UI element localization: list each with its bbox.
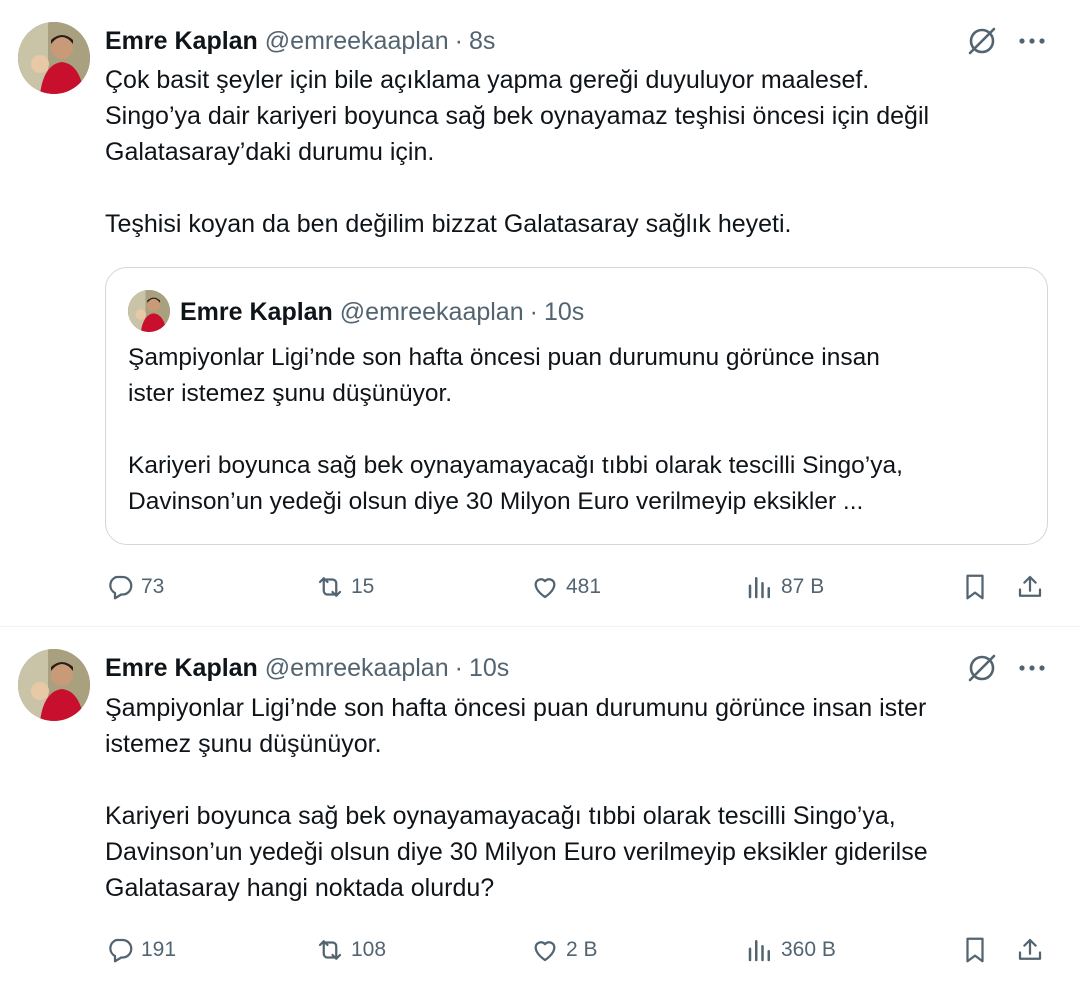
repost-icon [318, 577, 342, 597]
repost-icon [318, 940, 342, 960]
quoted-tweet[interactable]: Emre Kaplan @emreekaaplan · 10s Şampiyonla… [105, 267, 1048, 545]
bookmark-button[interactable] [960, 930, 990, 970]
quote-author-handle: @emreekaaplan [339, 298, 524, 326]
grok-icon[interactable] [965, 24, 999, 58]
author-name[interactable]: Emre Kaplan [105, 27, 258, 55]
quote-avatar-image [128, 290, 170, 332]
share-button[interactable] [1015, 567, 1045, 607]
avatar-image [18, 22, 90, 94]
tweet[interactable]: Emre Kaplan @emreekaaplan · 8s Çok basit ş… [0, 0, 1080, 626]
separator-dot: · [454, 654, 463, 682]
views-button[interactable]: 360 B [745, 930, 836, 970]
tweet[interactable]: Emre Kaplan @emreekaaplan · 10s Şampiyonla… [0, 627, 1080, 989]
tweet-actions: 73 15 481 87 B [105, 567, 1050, 607]
bookmark-icon [966, 574, 984, 600]
reply-icon [109, 575, 133, 600]
repost-button[interactable]: 108 [315, 930, 386, 970]
like-icon [534, 578, 556, 599]
share-icon [1018, 938, 1042, 960]
share-button[interactable] [1015, 930, 1045, 970]
author-handle[interactable]: @emreekaaplan [265, 654, 449, 682]
quote-avatar[interactable] [128, 290, 170, 332]
reply-button[interactable]: 191 [105, 930, 176, 970]
separator-dot: · [529, 298, 538, 326]
views-button[interactable]: 87 B [745, 567, 824, 607]
repost-count: 108 [351, 938, 387, 961]
like-button[interactable]: 2 B [530, 930, 598, 970]
repost-count: 15 [351, 575, 375, 598]
tweet-header: Emre Kaplan @emreekaaplan · 8s [105, 24, 495, 58]
views-icon [748, 940, 770, 962]
bookmark-button[interactable] [960, 567, 990, 607]
author-handle[interactable]: @emreekaaplan [265, 27, 449, 55]
quote-author-name: Emre Kaplan [180, 298, 333, 326]
bookmark-icon [966, 937, 984, 963]
quote-timestamp: 10s [543, 298, 585, 326]
tweet-header: Emre Kaplan @emreekaaplan · 10s [105, 651, 509, 685]
tweet-text: Şampiyonlar Ligi’nde son hafta öncesi pu… [105, 694, 928, 902]
grok-icon[interactable] [965, 651, 999, 685]
timestamp[interactable]: 10s [469, 654, 509, 682]
reply-count: 191 [141, 938, 177, 961]
like-count: 481 [566, 575, 602, 598]
reply-count: 73 [141, 575, 165, 598]
tweet-text: Çok basit şeyler için bile açıklama yapm… [105, 66, 930, 238]
reply-icon [109, 938, 133, 963]
separator-dot: · [454, 27, 463, 55]
share-icon [1018, 575, 1042, 597]
avatar[interactable] [18, 649, 90, 721]
reply-button[interactable]: 73 [105, 567, 164, 607]
repost-button[interactable]: 15 [315, 567, 374, 607]
more-icon[interactable] [1015, 651, 1049, 685]
avatar[interactable] [18, 22, 90, 94]
like-button[interactable]: 481 [530, 567, 601, 607]
quote-text: Şampiyonlar Ligi’nde son hafta öncesi pu… [128, 344, 903, 515]
author-name[interactable]: Emre Kaplan [105, 654, 258, 682]
like-icon [534, 941, 556, 962]
timestamp[interactable]: 8s [469, 27, 495, 55]
like-count: 2 B [566, 938, 598, 961]
views-count: 360 B [781, 938, 836, 961]
tweet-actions: 191 108 2 B 360 B [105, 930, 1050, 970]
views-icon [748, 577, 770, 599]
quote-header: Emre Kaplan @emreekaaplan · 10s [180, 295, 584, 329]
avatar-image [18, 649, 90, 721]
views-count: 87 B [781, 575, 825, 598]
more-icon[interactable] [1015, 24, 1049, 58]
